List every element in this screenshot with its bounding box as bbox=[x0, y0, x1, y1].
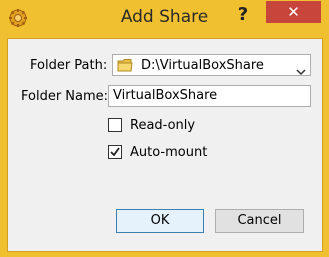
folder-path-label: Folder Path: bbox=[30, 58, 108, 73]
automount-checkbox[interactable] bbox=[108, 145, 122, 159]
close-button[interactable]: ✕ bbox=[266, 1, 321, 23]
title-bar: Add Share ? ✕ bbox=[0, 0, 329, 38]
automount-label[interactable]: Auto-mount bbox=[130, 145, 207, 160]
readonly-checkbox[interactable] bbox=[108, 118, 122, 132]
chevron-down-icon[interactable] bbox=[296, 61, 306, 76]
folder-path-combobox[interactable]: D:\VirtualBoxShare bbox=[112, 54, 311, 76]
folder-name-label: Folder Name: bbox=[21, 89, 109, 104]
checkmark-icon bbox=[110, 147, 120, 157]
folder-path-value: D:\VirtualBoxShare bbox=[141, 58, 264, 73]
dialog-body: Folder Path: D:\VirtualBoxShare Folder N… bbox=[7, 38, 323, 252]
close-icon: ✕ bbox=[287, 3, 300, 21]
add-share-dialog: Add Share ? ✕ Folder Path: D:\VirtualBox… bbox=[0, 0, 329, 257]
folder-name-field[interactable]: VirtualBoxShare bbox=[108, 85, 311, 107]
readonly-label[interactable]: Read-only bbox=[130, 118, 195, 133]
ok-button[interactable]: OK bbox=[116, 209, 204, 233]
help-button[interactable]: ? bbox=[232, 4, 254, 26]
cancel-button[interactable]: Cancel bbox=[215, 209, 304, 233]
folder-icon bbox=[117, 58, 133, 73]
